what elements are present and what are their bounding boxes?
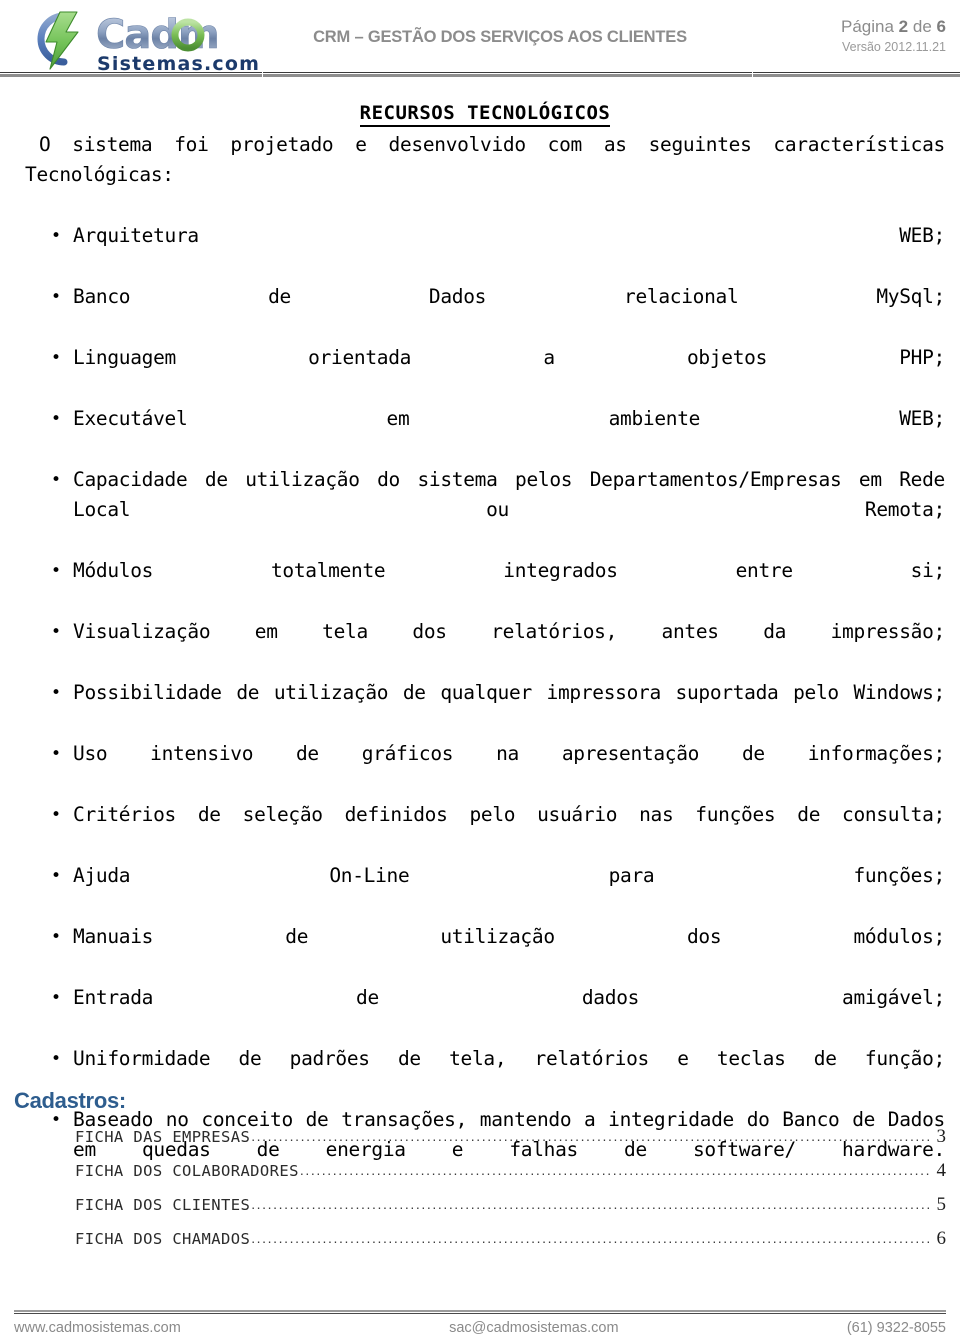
header-meta: Página 2 de 6 Versão 2012.11.21 bbox=[841, 16, 946, 56]
list-item: Módulos totalmente integrados entre si; bbox=[25, 556, 945, 616]
footer-divider-thick bbox=[14, 1310, 946, 1312]
footer-divider bbox=[14, 1310, 946, 1314]
toc-leader-dots: ........................................… bbox=[299, 1162, 932, 1178]
list-item-text: Linguagem orientada a objetos PHP; bbox=[73, 346, 945, 369]
page-indicator: Página 2 de 6 bbox=[841, 16, 946, 38]
page-label-middle: de bbox=[912, 17, 932, 36]
list-item-text: Módulos totalmente integrados entre si; bbox=[73, 559, 945, 582]
toc-leader-dots: ........................................… bbox=[251, 1196, 932, 1212]
list-item: Linguagem orientada a objetos PHP; bbox=[25, 343, 945, 403]
list-item-text: Uso intensivo de gráficos na apresentaçã… bbox=[73, 742, 945, 765]
toc-entry-page: 5 bbox=[936, 1194, 947, 1215]
footer-website[interactable]: www.cadmosistemas.com bbox=[14, 1320, 181, 1336]
footer-phone: (61) 9322-8055 bbox=[846, 1320, 946, 1336]
cadmo-logo: Cadm Sistemas.com bbox=[20, 4, 260, 76]
toc-list: FICHA DAS EMPRESAS .....................… bbox=[14, 1126, 946, 1262]
page-footer: www.cadmosistemas.com sac@cadmosistemas.… bbox=[0, 1298, 960, 1344]
page-current: 2 bbox=[898, 17, 909, 36]
page-total: 6 bbox=[936, 17, 946, 36]
list-item-text: Visualização em tela dos relatórios, ant… bbox=[73, 620, 945, 643]
list-item: Banco de Dados relacional MySql; bbox=[25, 282, 945, 342]
toc-entry-page: 4 bbox=[936, 1160, 947, 1181]
page-title: RECURSOS TECNOLÓGICOS bbox=[25, 100, 945, 127]
toc-entry-ficha-dos-colaboradores[interactable]: FICHA DOS COLABORADORES ................… bbox=[75, 1160, 946, 1194]
feature-list: Arquitetura WEB; Banco de Dados relacion… bbox=[25, 221, 945, 1195]
toc-entry-label: FICHA DOS CLIENTES bbox=[75, 1196, 251, 1214]
list-item: Executável em ambiente WEB; bbox=[25, 404, 945, 464]
document-body: RECURSOS TECNOLÓGICOS O sistema foi proj… bbox=[25, 100, 945, 1195]
toc-entry-ficha-das-empresas[interactable]: FICHA DAS EMPRESAS .....................… bbox=[75, 1126, 946, 1160]
toc-entry-ficha-dos-clientes[interactable]: FICHA DOS CLIENTES .....................… bbox=[75, 1194, 946, 1228]
page-label-prefix: Página bbox=[841, 17, 894, 36]
toc-entry-label: FICHA DOS COLABORADORES bbox=[75, 1162, 299, 1180]
list-item-text: Banco de Dados relacional MySql; bbox=[73, 285, 945, 308]
page-header: Cadm Sistemas.com CRM – GESTÃO DOS SERVI… bbox=[0, 0, 960, 80]
toc-entry-page: 3 bbox=[936, 1126, 947, 1147]
footer-email[interactable]: sac@cadmosistemas.com bbox=[449, 1320, 618, 1336]
cadmo-logo-icon: Cadm Sistemas.com bbox=[37, 11, 259, 75]
toc-entry-ficha-dos-chamados[interactable]: FICHA DOS CHAMADOS .....................… bbox=[75, 1228, 946, 1262]
footer-divider-thin bbox=[14, 1313, 946, 1314]
document-page: Cadm Sistemas.com CRM – GESTÃO DOS SERVI… bbox=[0, 0, 960, 1344]
header-divider bbox=[0, 72, 960, 77]
list-item: Uso intensivo de gráficos na apresentaçã… bbox=[25, 739, 945, 799]
list-item: Critérios de seleção definidos pelo usuá… bbox=[25, 800, 945, 860]
list-item-text: Uniformidade de padrões de tela, relatór… bbox=[73, 1047, 945, 1070]
page-title-text: RECURSOS TECNOLÓGICOS bbox=[359, 102, 611, 127]
list-item: Ajuda On-Line para funções; bbox=[25, 861, 945, 921]
header-divider-tick bbox=[752, 72, 753, 77]
list-item: Visualização em tela dos relatórios, ant… bbox=[25, 617, 945, 677]
toc-entry-page: 6 bbox=[936, 1228, 947, 1249]
list-item-text: Critérios de seleção definidos pelo usuá… bbox=[73, 803, 945, 826]
intro-paragraph: O sistema foi projetado e desenvolvido c… bbox=[25, 133, 945, 186]
list-item-text: Entrada de dados amigável; bbox=[73, 986, 945, 1009]
toc-entry-label: FICHA DAS EMPRESAS bbox=[75, 1128, 251, 1146]
list-item: Manuais de utilização dos módulos; bbox=[25, 922, 945, 982]
list-item: Capacidade de utilização do sistema pelo… bbox=[25, 465, 945, 555]
table-of-contents: Cadastros: FICHA DAS EMPRESAS ..........… bbox=[14, 1088, 946, 1262]
toc-leader-dots: ........................................… bbox=[251, 1230, 932, 1246]
header-divider-thin bbox=[0, 72, 960, 73]
toc-heading: Cadastros: bbox=[14, 1088, 126, 1113]
header-divider-tick bbox=[262, 72, 263, 77]
list-item: Possibilidade de utilização de qualquer … bbox=[25, 678, 945, 738]
list-item-text: Capacidade de utilização do sistema pelo… bbox=[73, 468, 945, 521]
list-item: Entrada de dados amigável; bbox=[25, 983, 945, 1043]
list-item: Arquitetura WEB; bbox=[25, 221, 945, 281]
footer-contacts: www.cadmosistemas.com sac@cadmosistemas.… bbox=[14, 1320, 946, 1336]
list-item-text: Manuais de utilização dos módulos; bbox=[73, 925, 945, 948]
list-item-text: Executável em ambiente WEB; bbox=[73, 407, 945, 430]
list-item-text: Ajuda On-Line para funções; bbox=[73, 864, 945, 887]
version-label: Versão 2012.11.21 bbox=[841, 40, 946, 54]
toc-entry-label: FICHA DOS CHAMADOS bbox=[75, 1230, 251, 1248]
list-item-text: Possibilidade de utilização de qualquer … bbox=[73, 681, 945, 704]
toc-leader-dots: ........................................… bbox=[251, 1128, 932, 1144]
list-item-text: Arquitetura WEB; bbox=[73, 224, 945, 247]
header-divider-thick bbox=[0, 74, 960, 77]
header-document-title: CRM – GESTÃO DOS SERVIÇOS AOS CLIENTES bbox=[313, 28, 687, 46]
